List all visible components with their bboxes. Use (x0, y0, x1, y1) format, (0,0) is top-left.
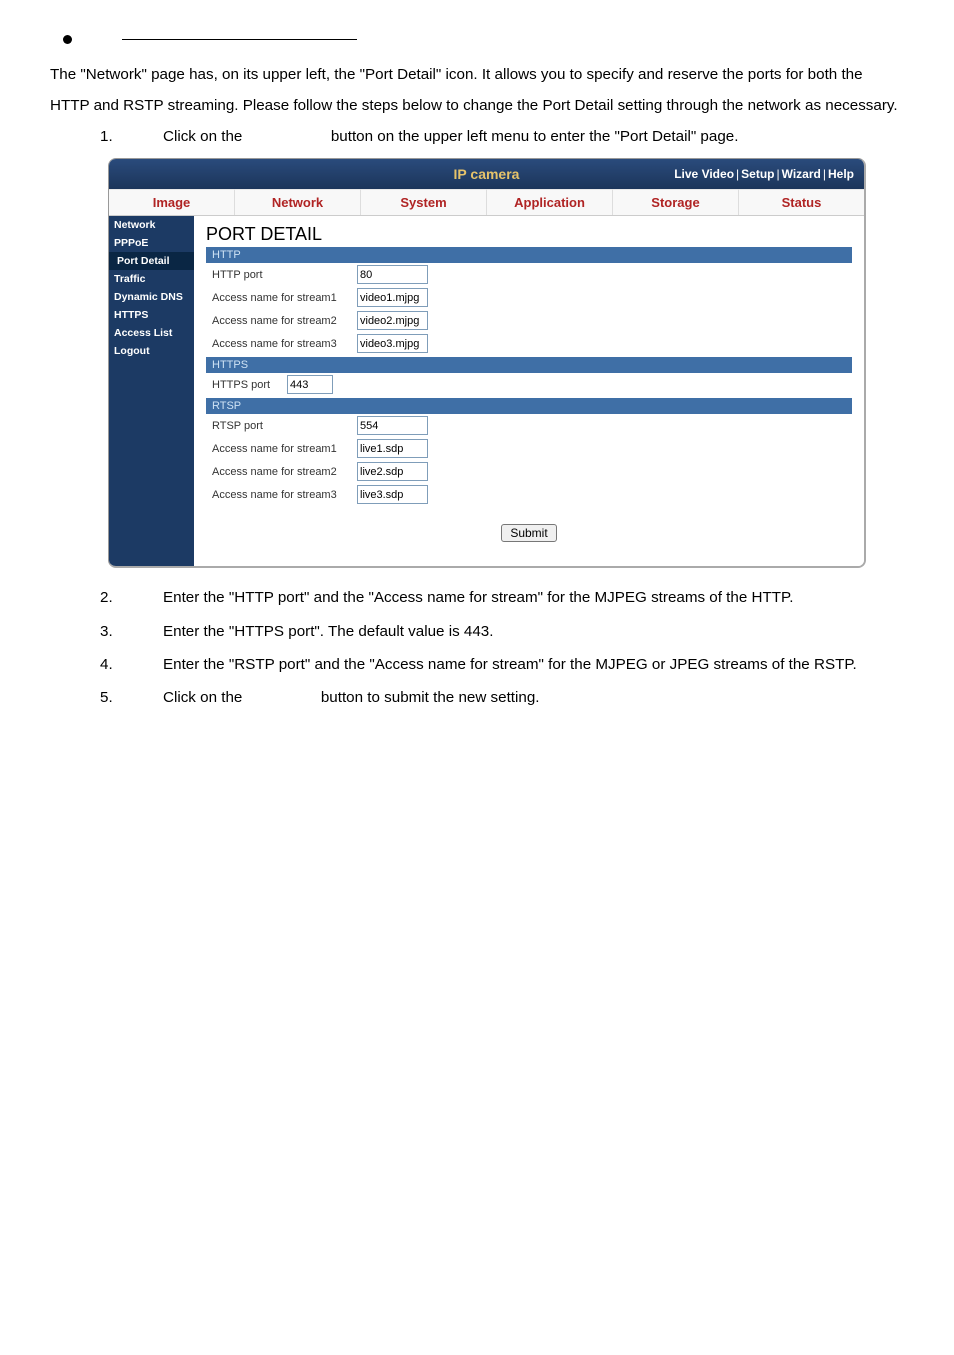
sidebar-item-https[interactable]: HTTPS (109, 306, 194, 324)
sidebar-item-network[interactable]: Network (109, 216, 194, 234)
label-rtsp-stream1: Access name for stream1 (212, 443, 357, 455)
step-text: Click on the button to submit the new se… (163, 682, 904, 713)
ui-title: IP camera (454, 166, 520, 182)
sidebar-item-pppoe[interactable]: PPPoE (109, 234, 194, 252)
input-access-stream1[interactable] (357, 288, 428, 307)
sidebar-item-logout[interactable]: Logout (109, 342, 194, 360)
tab-image[interactable]: Image (109, 189, 235, 215)
label-access-stream3: Access name for stream3 (212, 338, 357, 350)
header-links: Live Video|Setup|Wizard|Help (674, 167, 864, 181)
sidebar-item-port-detail[interactable]: Port Detail (109, 252, 194, 270)
intro-paragraph: The "Network" page has, on its upper lef… (50, 59, 904, 121)
step-text: Click on the button on the upper left me… (163, 121, 904, 152)
input-access-stream3[interactable] (357, 334, 428, 353)
step-number: 4. (50, 649, 163, 680)
sidebar-item-dynamic-dns[interactable]: Dynamic DNS (109, 288, 194, 306)
input-access-stream2[interactable] (357, 311, 428, 330)
input-rtsp-stream3[interactable] (357, 485, 428, 504)
section-http: HTTP (206, 247, 852, 263)
tab-bar: Image Network System Application Storage… (109, 189, 864, 216)
input-rtsp-stream1[interactable] (357, 439, 428, 458)
tab-application[interactable]: Application (487, 189, 613, 215)
label-rtsp-port: RTSP port (212, 420, 357, 432)
label-access-stream2: Access name for stream2 (212, 315, 357, 327)
ui-header: IP camera Live Video|Setup|Wizard|Help (109, 159, 864, 189)
section-https: HTTPS (206, 357, 852, 373)
section-bullet (50, 35, 904, 44)
section-rtsp: RTSP (206, 398, 852, 414)
embedded-ui: IP camera Live Video|Setup|Wizard|Help I… (108, 158, 866, 568)
sidebar: Network PPPoE Port Detail Traffic Dynami… (109, 216, 194, 566)
tab-network[interactable]: Network (235, 189, 361, 215)
step-number: 5. (50, 682, 163, 713)
sidebar-item-traffic[interactable]: Traffic (109, 270, 194, 288)
content-title: PORT DETAIL (206, 224, 852, 245)
submit-button[interactable]: Submit (501, 524, 556, 542)
underline (122, 39, 357, 40)
content-panel: PORT DETAIL HTTP HTTP port Access name f… (194, 216, 864, 566)
link-setup[interactable]: Setup (741, 167, 774, 181)
link-live-video[interactable]: Live Video (674, 167, 734, 181)
tab-system[interactable]: System (361, 189, 487, 215)
input-rtsp-port[interactable] (357, 416, 428, 435)
label-access-stream1: Access name for stream1 (212, 292, 357, 304)
step-number: 3. (50, 616, 163, 647)
input-http-port[interactable] (357, 265, 428, 284)
input-https-port[interactable] (287, 375, 333, 394)
step-number: 2. (50, 582, 163, 613)
link-wizard[interactable]: Wizard (782, 167, 821, 181)
label-http-port: HTTP port (212, 269, 357, 281)
step-number: 1. (50, 121, 163, 152)
link-help[interactable]: Help (828, 167, 854, 181)
sidebar-item-access-list[interactable]: Access List (109, 324, 194, 342)
tab-storage[interactable]: Storage (613, 189, 739, 215)
bullet-icon (63, 35, 72, 44)
label-https-port: HTTPS port (212, 379, 287, 391)
label-rtsp-stream2: Access name for stream2 (212, 466, 357, 478)
label-rtsp-stream3: Access name for stream3 (212, 489, 357, 501)
step-text: Enter the "HTTP port" and the "Access na… (163, 582, 904, 613)
tab-status[interactable]: Status (739, 189, 864, 215)
step-text: Enter the "HTTPS port". The default valu… (163, 616, 904, 647)
step-text: Enter the "RSTP port" and the "Access na… (163, 649, 904, 680)
input-rtsp-stream2[interactable] (357, 462, 428, 481)
